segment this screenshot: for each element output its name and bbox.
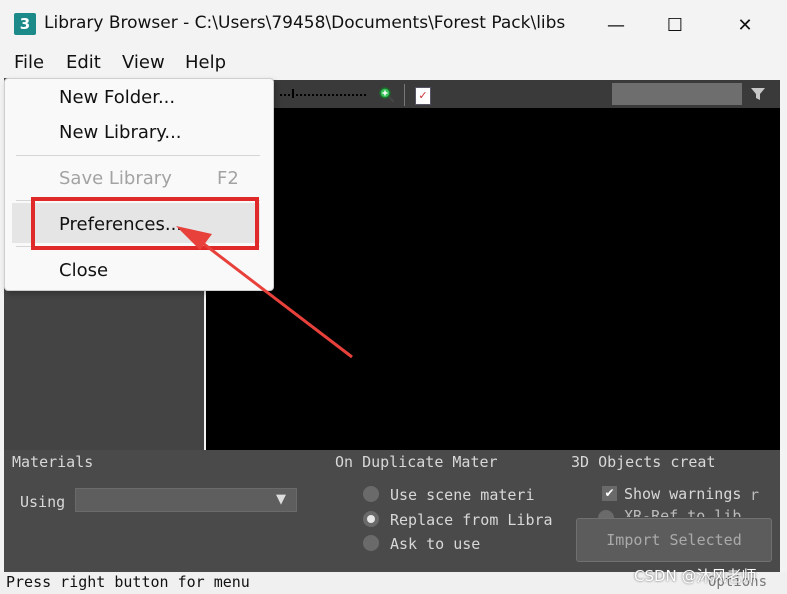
using-dropdown[interactable]: [75, 488, 297, 512]
radio-use-scene[interactable]: [363, 486, 379, 502]
status-text: Press right button for menu: [6, 573, 250, 591]
radio-use-scene-label: Use scene materi: [390, 486, 535, 504]
radio-replace-from-library[interactable]: [363, 511, 379, 527]
materials-section-title: Materials: [12, 453, 94, 471]
watermark: CSDN @沐风老师: [634, 567, 757, 585]
using-label: Using: [20, 493, 66, 511]
truncated-suffix: r: [750, 486, 760, 504]
show-warnings-label: Show warnings: [624, 485, 742, 503]
import-selected-button[interactable]: Import Selected: [576, 518, 772, 562]
show-warnings-checkbox[interactable]: ✔: [602, 486, 617, 501]
radio-replace-label: Replace from Libra: [390, 511, 553, 529]
objects-section-title: 3D Objects creat: [571, 453, 716, 471]
radio-ask[interactable]: [363, 535, 379, 551]
radio-ask-label: Ask to use: [390, 535, 481, 553]
xref-label: XR-Ref to lib: [624, 507, 742, 517]
chevron-down-icon[interactable]: ▼: [276, 492, 286, 507]
duplicate-section-title: On Duplicate Mater: [335, 453, 498, 471]
